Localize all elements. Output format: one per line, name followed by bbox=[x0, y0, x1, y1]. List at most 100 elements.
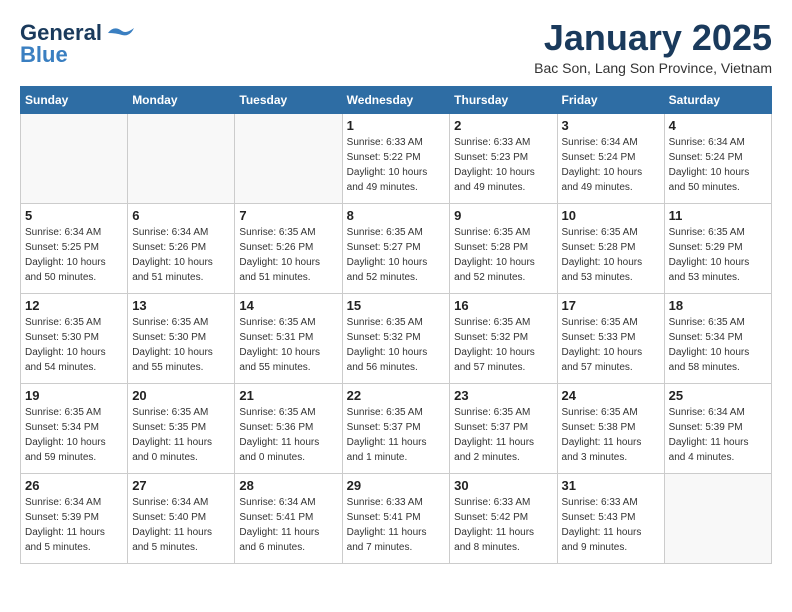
table-row: 27 Sunrise: 6:34 AM Sunset: 5:40 PM Dayli… bbox=[128, 474, 235, 564]
day-info: Sunrise: 6:35 AM Sunset: 5:35 PM Dayligh… bbox=[132, 405, 230, 465]
table-row: 17 Sunrise: 6:35 AM Sunset: 5:33 PM Dayli… bbox=[557, 294, 664, 384]
day-number: 16 bbox=[454, 298, 552, 313]
day-number: 28 bbox=[239, 478, 337, 493]
table-row: 31 Sunrise: 6:33 AM Sunset: 5:43 PM Dayli… bbox=[557, 474, 664, 564]
day-info: Sunrise: 6:34 AM Sunset: 5:24 PM Dayligh… bbox=[562, 135, 660, 195]
day-number: 20 bbox=[132, 388, 230, 403]
day-number: 6 bbox=[132, 208, 230, 223]
header-thursday: Thursday bbox=[450, 87, 557, 114]
month-title: January 2025 bbox=[534, 20, 772, 56]
day-number: 25 bbox=[669, 388, 767, 403]
header-monday: Monday bbox=[128, 87, 235, 114]
table-row: 15 Sunrise: 6:35 AM Sunset: 5:32 PM Dayli… bbox=[342, 294, 450, 384]
day-number: 2 bbox=[454, 118, 552, 133]
day-info: Sunrise: 6:35 AM Sunset: 5:37 PM Dayligh… bbox=[454, 405, 552, 465]
table-row: 23 Sunrise: 6:35 AM Sunset: 5:37 PM Dayli… bbox=[450, 384, 557, 474]
table-row: 18 Sunrise: 6:35 AM Sunset: 5:34 PM Dayli… bbox=[664, 294, 771, 384]
table-row: 8Sunrise: 6:35 AM Sunset: 5:27 PM Daylig… bbox=[342, 204, 450, 294]
day-info: Sunrise: 6:35 AM Sunset: 5:34 PM Dayligh… bbox=[25, 405, 123, 465]
day-info: Sunrise: 6:35 AM Sunset: 5:37 PM Dayligh… bbox=[347, 405, 446, 465]
table-row bbox=[21, 114, 128, 204]
calendar-week-row: 26Sunrise: 6:34 AM Sunset: 5:39 PM Dayli… bbox=[21, 474, 772, 564]
day-info: Sunrise: 6:34 AM Sunset: 5:25 PM Dayligh… bbox=[25, 225, 123, 285]
table-row bbox=[235, 114, 342, 204]
page-header: General Blue January 2025 Bac Son, Lang … bbox=[20, 20, 772, 76]
table-row: 25 Sunrise: 6:34 AM Sunset: 5:39 PM Dayli… bbox=[664, 384, 771, 474]
table-row: 3 Sunrise: 6:34 AM Sunset: 5:24 PM Daylig… bbox=[557, 114, 664, 204]
day-number: 3 bbox=[562, 118, 660, 133]
day-info: Sunrise: 6:34 AM Sunset: 5:24 PM Dayligh… bbox=[669, 135, 767, 195]
day-info: Sunrise: 6:33 AM Sunset: 5:22 PM Dayligh… bbox=[347, 135, 446, 195]
table-row: 19Sunrise: 6:35 AM Sunset: 5:34 PM Dayli… bbox=[21, 384, 128, 474]
table-row bbox=[128, 114, 235, 204]
day-info: Sunrise: 6:33 AM Sunset: 5:42 PM Dayligh… bbox=[454, 495, 552, 555]
calendar-table: Sunday Monday Tuesday Wednesday Thursday… bbox=[20, 86, 772, 564]
day-info: Sunrise: 6:35 AM Sunset: 5:27 PM Dayligh… bbox=[347, 225, 446, 285]
calendar-week-row: 5 Sunrise: 6:34 AM Sunset: 5:25 PM Daylig… bbox=[21, 204, 772, 294]
day-info: Sunrise: 6:35 AM Sunset: 5:33 PM Dayligh… bbox=[562, 315, 660, 375]
day-info: Sunrise: 6:35 AM Sunset: 5:26 PM Dayligh… bbox=[239, 225, 337, 285]
table-row: 12Sunrise: 6:35 AM Sunset: 5:30 PM Dayli… bbox=[21, 294, 128, 384]
day-info: Sunrise: 6:34 AM Sunset: 5:40 PM Dayligh… bbox=[132, 495, 230, 555]
day-info: Sunrise: 6:35 AM Sunset: 5:30 PM Dayligh… bbox=[132, 315, 230, 375]
table-row: 24 Sunrise: 6:35 AM Sunset: 5:38 PM Dayli… bbox=[557, 384, 664, 474]
calendar-week-row: 1Sunrise: 6:33 AM Sunset: 5:22 PM Daylig… bbox=[21, 114, 772, 204]
day-info: Sunrise: 6:34 AM Sunset: 5:39 PM Dayligh… bbox=[25, 495, 123, 555]
day-info: Sunrise: 6:35 AM Sunset: 5:31 PM Dayligh… bbox=[239, 315, 337, 375]
day-number: 15 bbox=[347, 298, 446, 313]
table-row: 21 Sunrise: 6:35 AM Sunset: 5:36 PM Dayli… bbox=[235, 384, 342, 474]
day-info: Sunrise: 6:34 AM Sunset: 5:39 PM Dayligh… bbox=[669, 405, 767, 465]
day-number: 7 bbox=[239, 208, 337, 223]
table-row: 11 Sunrise: 6:35 AM Sunset: 5:29 PM Dayli… bbox=[664, 204, 771, 294]
day-info: Sunrise: 6:35 AM Sunset: 5:28 PM Dayligh… bbox=[562, 225, 660, 285]
day-number: 9 bbox=[454, 208, 552, 223]
day-number: 12 bbox=[25, 298, 123, 313]
day-number: 27 bbox=[132, 478, 230, 493]
page-container: General Blue January 2025 Bac Son, Lang … bbox=[0, 0, 792, 574]
day-info: Sunrise: 6:35 AM Sunset: 5:28 PM Dayligh… bbox=[454, 225, 552, 285]
table-row: 26Sunrise: 6:34 AM Sunset: 5:39 PM Dayli… bbox=[21, 474, 128, 564]
day-info: Sunrise: 6:33 AM Sunset: 5:43 PM Dayligh… bbox=[562, 495, 660, 555]
calendar-header-row: Sunday Monday Tuesday Wednesday Thursday… bbox=[21, 87, 772, 114]
day-info: Sunrise: 6:35 AM Sunset: 5:34 PM Dayligh… bbox=[669, 315, 767, 375]
title-section: January 2025 Bac Son, Lang Son Province,… bbox=[534, 20, 772, 76]
day-number: 30 bbox=[454, 478, 552, 493]
header-wednesday: Wednesday bbox=[342, 87, 450, 114]
day-number: 23 bbox=[454, 388, 552, 403]
day-number: 13 bbox=[132, 298, 230, 313]
day-number: 17 bbox=[562, 298, 660, 313]
table-row: 16 Sunrise: 6:35 AM Sunset: 5:32 PM Dayli… bbox=[450, 294, 557, 384]
day-info: Sunrise: 6:34 AM Sunset: 5:41 PM Dayligh… bbox=[239, 495, 337, 555]
day-number: 18 bbox=[669, 298, 767, 313]
day-info: Sunrise: 6:35 AM Sunset: 5:36 PM Dayligh… bbox=[239, 405, 337, 465]
day-number: 29 bbox=[347, 478, 446, 493]
table-row: 29 Sunrise: 6:33 AM Sunset: 5:41 PM Dayli… bbox=[342, 474, 450, 564]
table-row: 28 Sunrise: 6:34 AM Sunset: 5:41 PM Dayli… bbox=[235, 474, 342, 564]
day-info: Sunrise: 6:33 AM Sunset: 5:23 PM Dayligh… bbox=[454, 135, 552, 195]
day-info: Sunrise: 6:35 AM Sunset: 5:32 PM Dayligh… bbox=[347, 315, 446, 375]
table-row: 5 Sunrise: 6:34 AM Sunset: 5:25 PM Daylig… bbox=[21, 204, 128, 294]
day-number: 21 bbox=[239, 388, 337, 403]
logo-bird-icon bbox=[106, 23, 138, 43]
table-row: 13 Sunrise: 6:35 AM Sunset: 5:30 PM Dayli… bbox=[128, 294, 235, 384]
header-tuesday: Tuesday bbox=[235, 87, 342, 114]
table-row: 10Sunrise: 6:35 AM Sunset: 5:28 PM Dayli… bbox=[557, 204, 664, 294]
table-row: 1Sunrise: 6:33 AM Sunset: 5:22 PM Daylig… bbox=[342, 114, 450, 204]
table-row: 7 Sunrise: 6:35 AM Sunset: 5:26 PM Daylig… bbox=[235, 204, 342, 294]
day-info: Sunrise: 6:35 AM Sunset: 5:29 PM Dayligh… bbox=[669, 225, 767, 285]
day-info: Sunrise: 6:35 AM Sunset: 5:38 PM Dayligh… bbox=[562, 405, 660, 465]
day-info: Sunrise: 6:35 AM Sunset: 5:32 PM Dayligh… bbox=[454, 315, 552, 375]
day-number: 5 bbox=[25, 208, 123, 223]
day-number: 24 bbox=[562, 388, 660, 403]
table-row: 22 Sunrise: 6:35 AM Sunset: 5:37 PM Dayli… bbox=[342, 384, 450, 474]
table-row: 30 Sunrise: 6:33 AM Sunset: 5:42 PM Dayli… bbox=[450, 474, 557, 564]
header-sunday: Sunday bbox=[21, 87, 128, 114]
day-info: Sunrise: 6:33 AM Sunset: 5:41 PM Dayligh… bbox=[347, 495, 446, 555]
day-number: 11 bbox=[669, 208, 767, 223]
table-row: 9 Sunrise: 6:35 AM Sunset: 5:28 PM Daylig… bbox=[450, 204, 557, 294]
day-number: 22 bbox=[347, 388, 446, 403]
table-row bbox=[664, 474, 771, 564]
header-saturday: Saturday bbox=[664, 87, 771, 114]
day-number: 31 bbox=[562, 478, 660, 493]
table-row: 20 Sunrise: 6:35 AM Sunset: 5:35 PM Dayli… bbox=[128, 384, 235, 474]
